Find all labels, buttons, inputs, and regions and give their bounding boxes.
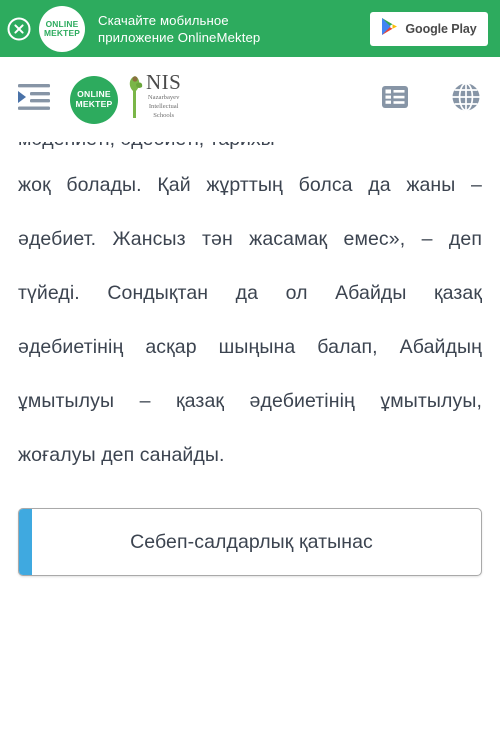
promo-text-line1: Скачайте мобильное — [98, 12, 229, 28]
indent-list-icon — [16, 81, 52, 118]
google-play-button[interactable]: Google Play — [370, 11, 488, 46]
answer-option-label: Себеп-салдарлық қатынас — [130, 530, 373, 553]
brand-group[interactable]: ONLINE MEKTEP NIS Nazarbayev Intellectua… — [70, 72, 181, 127]
promo-banner: ONLINE MEKTEP Скачайте мобильное приложе… — [0, 0, 500, 57]
globe-language-icon[interactable] — [450, 81, 482, 118]
answer-options: Себеп-салдарлық қатынас — [0, 508, 500, 576]
google-play-icon — [381, 17, 398, 41]
clipped-previous-line-text: мәдениеті, әдебиеті, тарихы — [18, 142, 482, 156]
close-circle-icon — [6, 16, 32, 42]
answer-accent-bar — [19, 509, 32, 575]
app-toolbar: ONLINE MEKTEP NIS Nazarbayev Intellectua… — [0, 57, 500, 142]
promo-logo-line2: MEKTEP — [43, 27, 81, 38]
close-banner-button[interactable] — [5, 15, 33, 43]
menu-button[interactable] — [8, 81, 60, 118]
promo-text-line2: приложение OnlineMektep — [98, 29, 261, 45]
promo-text: Скачайте мобильное приложение OnlineMekt… — [98, 12, 370, 46]
nis-leaf-icon — [126, 72, 145, 127]
google-play-label: Google Play — [405, 21, 477, 36]
nis-subtitle-line1: Nazarbayev — [147, 94, 180, 101]
online-mektep-line2: MEKTEP — [75, 98, 113, 109]
question-paragraph: жоқ болады. Қай жұрттың болса да жаны – … — [18, 174, 482, 466]
promo-online-mektep-logo: ONLINE MEKTEP — [39, 5, 85, 52]
nis-subtitle-line2: Intellectual — [148, 103, 179, 111]
question-content: мәдениеті, әдебиеті, тарихы жоқ болады. … — [0, 142, 500, 482]
toolbar-actions — [380, 81, 482, 118]
clipped-previous-line: мәдениеті, әдебиеті, тарихы — [18, 142, 482, 156]
nis-logo: NIS Nazarbayev Intellectual Schools — [126, 72, 181, 127]
online-mektep-logo: ONLINE MEKTEP — [70, 75, 118, 124]
nis-subtitle-line3: Schools — [153, 112, 175, 120]
nis-title: NIS — [146, 70, 182, 94]
list-view-icon[interactable] — [380, 82, 410, 117]
answer-option-card[interactable]: Себеп-салдарлық қатынас — [18, 508, 482, 576]
